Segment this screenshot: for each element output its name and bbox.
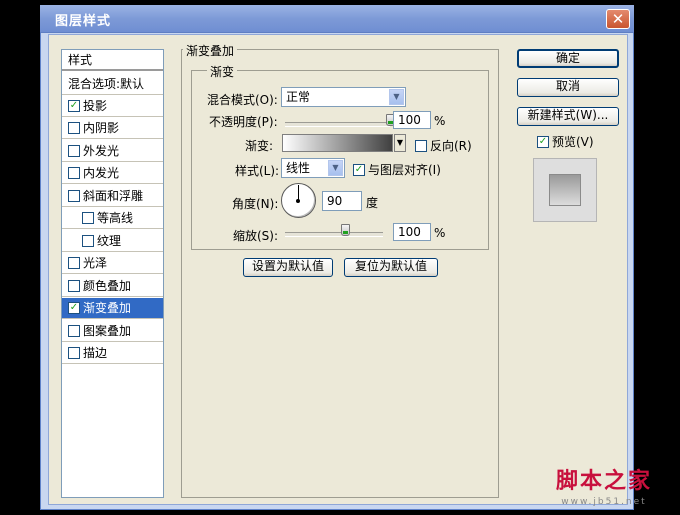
blend-mode-label: 混合模式(O): (207, 93, 278, 107)
angle-unit: 度 (366, 196, 379, 210)
checkbox-contour[interactable] (82, 211, 94, 224)
scale-input[interactable]: 100 (393, 223, 431, 241)
style-item-label: 描边 (83, 346, 108, 360)
angle-label: 角度(N): (232, 197, 279, 211)
style-item-drop-shadow[interactable]: ✓ 投影 (62, 96, 163, 117)
reverse-checkbox[interactable] (415, 139, 427, 152)
scale-slider-thumb[interactable] (341, 224, 351, 236)
style-item-gradient-overlay[interactable]: ✓ 渐变叠加 (62, 298, 163, 319)
style-list-header[interactable]: 样式 (62, 50, 163, 71)
angle-dial-center (296, 199, 300, 203)
preview-swatch (549, 174, 581, 206)
style-item-pattern-overlay[interactable]: 图案叠加 (62, 321, 163, 342)
style-item-bevel-emboss[interactable]: 斜面和浮雕 (62, 186, 163, 207)
style-item-label: 等高线 (97, 211, 134, 225)
style-item-outer-glow[interactable]: 外发光 (62, 141, 163, 162)
blend-mode-value: 正常 (286, 90, 311, 104)
style-item-label: 渐变叠加 (83, 301, 132, 315)
style-item-satin[interactable]: 光泽 (62, 253, 163, 274)
gradient-picker-arrow-icon[interactable]: ▼ (394, 134, 406, 152)
style-item-label: 光泽 (83, 256, 108, 270)
chevron-down-icon[interactable]: ▼ (328, 160, 343, 176)
style-item-label: 颜色叠加 (83, 279, 132, 293)
checkbox-drop-shadow[interactable]: ✓ (68, 99, 80, 112)
style-item-label: 纹理 (97, 234, 122, 248)
opacity-unit: % (434, 114, 446, 128)
style-item-label: 内发光 (83, 166, 120, 180)
preview-checkbox[interactable]: ✓ (537, 135, 549, 148)
align-with-layer-checkbox[interactable]: ✓ (353, 163, 365, 176)
opacity-slider-track[interactable] (285, 122, 390, 127)
reverse-label: 反向(R) (430, 139, 472, 153)
style-item-color-overlay[interactable]: 颜色叠加 (62, 276, 163, 297)
style-item-label: 内阴影 (83, 121, 120, 135)
checkbox-pattern-overlay[interactable] (68, 324, 80, 337)
opacity-label: 不透明度(P): (209, 115, 278, 129)
checkbox-inner-shadow[interactable] (68, 121, 80, 134)
watermark-url: www.jb51.net (561, 497, 647, 507)
checkbox-color-overlay[interactable] (68, 279, 80, 292)
scale-unit: % (434, 226, 446, 240)
style-item-contour[interactable]: 等高线 (62, 208, 163, 229)
opacity-value: 100 (398, 113, 421, 127)
section-title: 渐变叠加 (183, 42, 238, 59)
scale-label: 缩放(S): (233, 229, 279, 243)
align-with-layer-label: 与图层对齐(I) (368, 163, 441, 177)
checkbox-bevel-emboss[interactable] (68, 189, 80, 202)
gradient-swatch[interactable] (282, 134, 393, 152)
scale-slider-track[interactable] (285, 232, 383, 237)
style-item-label: 外发光 (83, 144, 120, 158)
angle-value: 90 (327, 194, 343, 208)
scale-value: 100 (398, 225, 421, 239)
reverse-option[interactable]: 反向(R) (415, 137, 472, 154)
ok-button[interactable]: 确定 (517, 49, 619, 68)
checkbox-satin[interactable] (68, 256, 80, 269)
preview-option[interactable]: ✓ 预览(V) (537, 133, 594, 150)
title-bar[interactable] (40, 5, 634, 33)
reset-default-button[interactable]: 复位为默认值 (344, 258, 438, 277)
style-item-texture[interactable]: 纹理 (62, 231, 163, 252)
set-default-button[interactable]: 设置为默认值 (243, 258, 333, 277)
style-item-label: 投影 (83, 99, 108, 113)
checkbox-inner-glow[interactable] (68, 166, 80, 179)
cancel-button[interactable]: 取消 (517, 78, 619, 97)
watermark-logo: 脚本之家 (555, 468, 652, 494)
window-title: 图层样式 (55, 14, 112, 29)
close-button[interactable]: ✕ (606, 9, 630, 29)
style-item-stroke[interactable]: 描边 (62, 343, 163, 364)
angle-input[interactable]: 90 (322, 191, 362, 211)
opacity-input[interactable]: 100 (393, 111, 431, 129)
chevron-down-icon[interactable]: ▼ (389, 89, 404, 105)
style-item-inner-glow[interactable]: 内发光 (62, 163, 163, 184)
style-value: 线性 (286, 161, 311, 175)
blend-mode-select[interactable]: 正常 (281, 87, 406, 107)
checkbox-stroke[interactable] (68, 346, 80, 359)
style-item-label: 图案叠加 (83, 324, 132, 338)
style-item-inner-shadow[interactable]: 内阴影 (62, 118, 163, 139)
gradient-label: 渐变: (245, 139, 274, 153)
preview-label: 预览(V) (552, 135, 594, 149)
checkbox-outer-glow[interactable] (68, 144, 80, 157)
checkbox-texture[interactable] (82, 234, 94, 247)
new-style-button[interactable]: 新建样式(W)... (517, 107, 619, 126)
gradient-group-title: 渐变 (207, 63, 238, 80)
align-with-layer-option[interactable]: ✓ 与图层对齐(I) (353, 161, 441, 178)
checkbox-gradient-overlay[interactable]: ✓ (68, 301, 80, 314)
style-label: 样式(L): (235, 164, 280, 178)
style-item-label: 斜面和浮雕 (83, 189, 144, 203)
blending-options-item[interactable]: 混合选项:默认 (62, 74, 163, 95)
